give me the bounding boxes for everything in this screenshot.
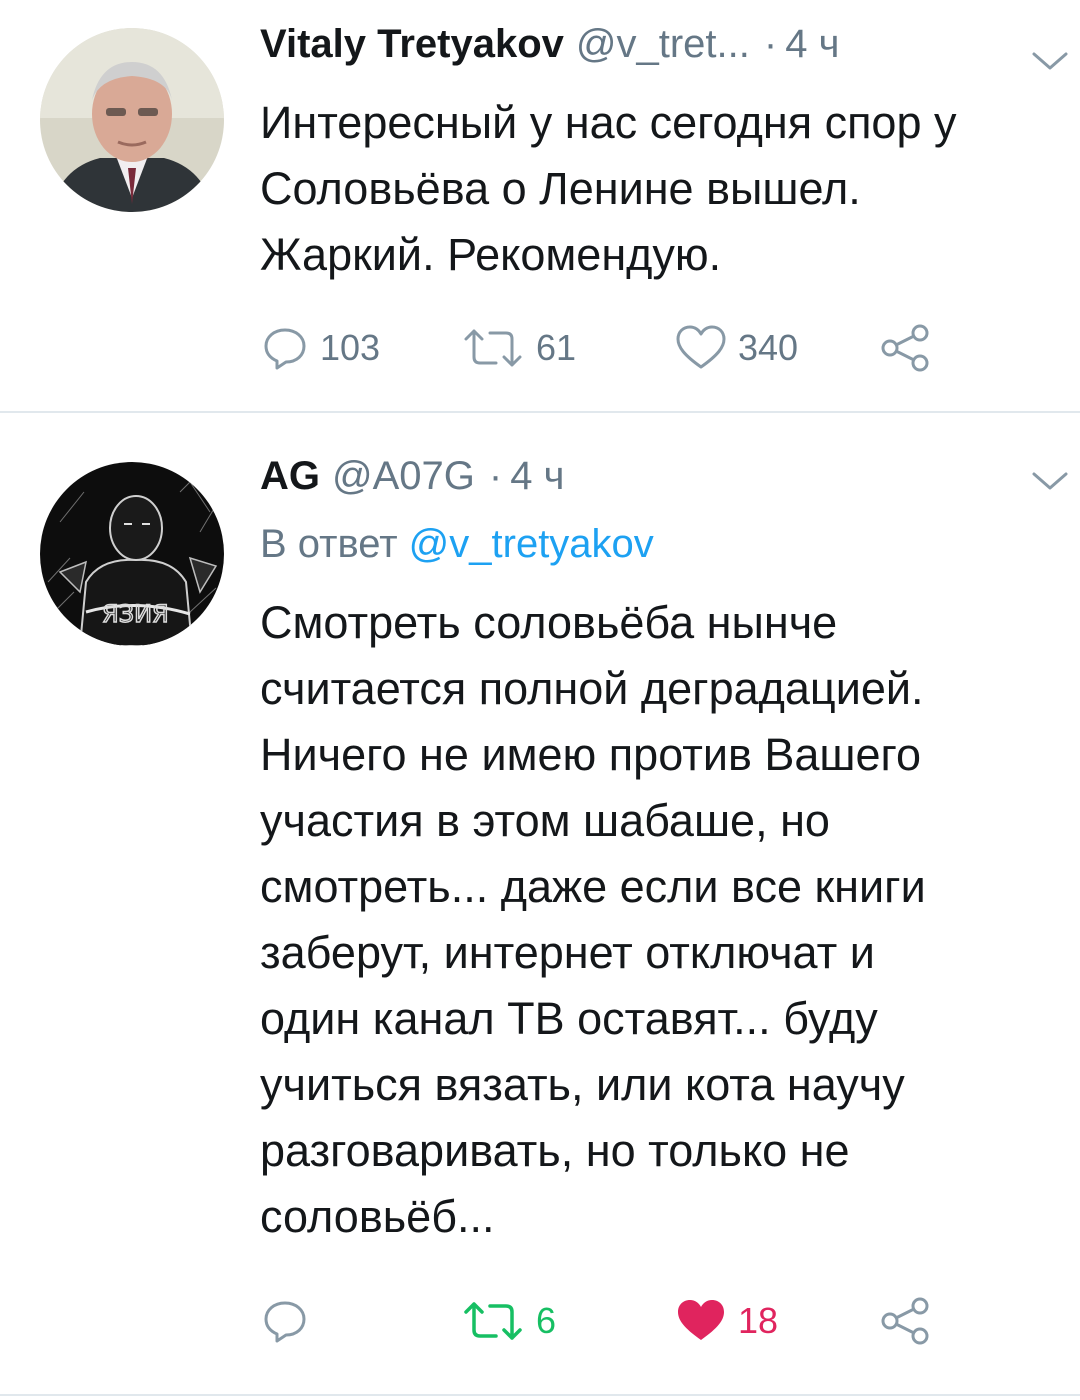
reply-prefix: В ответ (260, 522, 398, 566)
reply-button[interactable]: 103 (260, 318, 380, 378)
author-name[interactable]: AG (260, 454, 320, 499)
separator-dot: · (488, 454, 503, 498)
svg-text:ЯЗИЯ: ЯЗИЯ (102, 600, 169, 628)
like-count: 340 (738, 327, 799, 368)
avatar[interactable]: ЯЗИЯ (40, 462, 224, 646)
tweet-text-line: считается полной деградацией. (260, 663, 924, 714)
avatar[interactable] (40, 28, 224, 212)
retweet-icon (464, 1302, 522, 1340)
tweet-header: AG @A07G · 4 ч (260, 454, 1040, 514)
timestamp[interactable]: 4 ч (785, 22, 839, 67)
tweet-text-line: учиться вязать, или кота научу (260, 1059, 905, 1110)
retweet-icon (464, 329, 522, 367)
retweet-button[interactable]: 6 (460, 1291, 556, 1351)
tweet-divider (0, 1394, 1080, 1396)
retweet-count: 6 (536, 1300, 557, 1341)
share-icon (881, 1297, 929, 1345)
tweet-text-line: разговаривать, но только не (260, 1125, 850, 1176)
tweet-text: Интересный у нас сегодня спор у Соловьёв… (260, 90, 1050, 288)
reply-icon (264, 328, 306, 370)
heart-icon (676, 325, 726, 369)
reply-handle-link[interactable]: @v_tretyakov (409, 522, 654, 566)
timestamp[interactable]: 4 ч (510, 454, 564, 499)
tweet-text-line: смотреть... даже если все книги (260, 861, 926, 912)
chevron-down-icon[interactable] (1030, 46, 1070, 76)
tweet-text-line: Жаркий. Рекомендую. (260, 229, 722, 280)
tweet-text-line: участия в этом шабаше, но (260, 795, 830, 846)
reply-context: В ответ @v_tretyakov (260, 522, 654, 567)
action-bar: 103 61 340 (260, 318, 960, 378)
like-button[interactable]: 340 (674, 318, 798, 378)
tweet-text-line: Смотреть соловьёба нынче (260, 597, 838, 648)
retweet-button[interactable]: 61 (460, 318, 576, 378)
avatar-image (40, 28, 224, 212)
share-button[interactable] (878, 1291, 934, 1351)
avatar-image: ЯЗИЯ (40, 462, 224, 646)
separator-dot: · (763, 22, 778, 66)
action-bar: 6 18 (260, 1291, 960, 1351)
tweet-header: Vitaly Tretyakov @v_tret... · 4 ч (260, 22, 1040, 82)
retweet-count: 61 (536, 327, 577, 368)
tweet-divider (0, 411, 1080, 413)
author-name[interactable]: Vitaly Tretyakov (260, 22, 564, 67)
like-count: 18 (738, 1300, 779, 1341)
tweet-text-line: соловьёб... (260, 1191, 495, 1242)
heart-filled-icon (678, 1300, 724, 1340)
author-handle[interactable]: @v_tret... (576, 22, 750, 67)
tweet-text-line: Соловьёва о Ленине вышел. (260, 163, 861, 214)
reply-icon (264, 1301, 306, 1343)
author-handle[interactable]: @A07G (332, 454, 475, 499)
tweet-text-line: Интересный у нас сегодня спор у (260, 97, 957, 148)
tweet-text: Смотреть соловьёба нынче считается полно… (260, 590, 1050, 1250)
reply-button[interactable] (260, 1291, 320, 1351)
share-button[interactable] (878, 318, 934, 378)
tweet[interactable]: Vitaly Tretyakov @v_tret... · 4 ч Интере… (0, 0, 1080, 412)
tweet-text-line: Ничего не имею против Вашего (260, 729, 922, 780)
like-button[interactable]: 18 (674, 1291, 778, 1351)
tweet[interactable]: ЯЗИЯ AG @A07G · 4 ч В ответ @v_tretyakov… (0, 414, 1080, 1400)
chevron-down-icon[interactable] (1030, 466, 1070, 496)
share-icon (881, 324, 929, 372)
tweet-text-line: один канал ТВ оставят... буду (260, 993, 878, 1044)
reply-count: 103 (320, 327, 381, 368)
tweet-text-line: заберут, интернет отключат и (260, 927, 875, 978)
